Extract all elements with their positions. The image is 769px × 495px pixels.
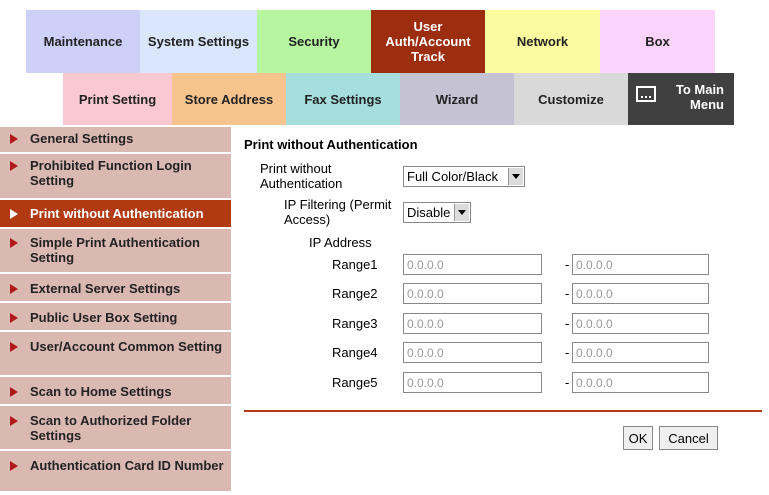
sidebar-item-label: Scan to Authorized Folder Settings xyxy=(30,413,192,443)
tab-customize[interactable]: Customize xyxy=(514,73,628,125)
arrow-right-icon xyxy=(10,342,18,352)
cancel-button[interactable]: Cancel xyxy=(659,426,718,450)
print-without-auth-label: Print without Authentication xyxy=(260,161,343,191)
range-separator: - xyxy=(565,316,570,331)
ip-address-label: IP Address xyxy=(309,235,372,250)
tab-label: Network xyxy=(516,34,569,49)
range-separator: - xyxy=(565,286,570,301)
sidebar-item-label: General Settings xyxy=(30,131,134,146)
section-title: Print without Authentication xyxy=(244,137,418,152)
ip-filtering-select[interactable]: Disable xyxy=(403,202,471,223)
range2-to-input[interactable] xyxy=(572,283,709,304)
chevron-down-icon xyxy=(508,168,523,185)
tab-store-address[interactable]: Store Address xyxy=(172,73,286,125)
arrow-right-icon xyxy=(10,284,18,294)
tab-label: Security xyxy=(288,34,340,49)
main-menu-label: To Main Menu xyxy=(676,82,724,112)
range-label: Range3 xyxy=(332,316,378,331)
sidebar: General Settings Prohibited Function Log… xyxy=(0,127,231,493)
to-main-menu-button[interactable]: To Main Menu xyxy=(628,73,734,125)
main-menu-label-line2: Menu xyxy=(690,97,724,112)
range-label: Range2 xyxy=(332,286,378,301)
range1-to-input[interactable] xyxy=(572,254,709,275)
tab-label: Print Setting xyxy=(78,91,157,107)
range-separator: - xyxy=(565,257,570,272)
tab-label: System Settings xyxy=(147,34,250,49)
arrow-right-icon xyxy=(10,313,18,323)
range-separator: - xyxy=(565,375,570,390)
tab-label: Wizard xyxy=(435,91,479,107)
arrow-right-icon xyxy=(10,461,18,471)
tab-label: Maintenance xyxy=(43,34,123,49)
sidebar-item-public-user-box[interactable]: Public User Box Setting xyxy=(0,303,231,330)
tab-maintenance[interactable]: Maintenance xyxy=(26,10,140,73)
sidebar-item-simple-print-authentication[interactable]: Simple Print Authentication Setting xyxy=(0,229,231,272)
range3-to-input[interactable] xyxy=(572,313,709,334)
main-menu-label-line1: To Main xyxy=(675,82,724,97)
range4-to-input[interactable] xyxy=(572,342,709,363)
select-value: Full Color/Black xyxy=(407,169,499,184)
divider xyxy=(244,410,762,412)
main-menu-icon xyxy=(636,86,656,102)
sidebar-item-scan-to-home[interactable]: Scan to Home Settings xyxy=(0,377,231,404)
arrow-right-icon xyxy=(10,387,18,397)
sidebar-item-authentication-card-id[interactable]: Authentication Card ID Number xyxy=(0,451,231,491)
sidebar-item-user-account-common[interactable]: User/Account Common Setting xyxy=(0,332,231,375)
tab-security[interactable]: Security xyxy=(257,10,371,73)
top-tab-row: Maintenance System Settings Security Use… xyxy=(26,10,715,73)
arrow-right-icon xyxy=(10,161,18,171)
tab-label: Customize xyxy=(538,91,604,107)
sidebar-item-general-settings[interactable]: General Settings xyxy=(0,127,231,152)
sidebar-item-label: Authentication Card ID Number xyxy=(30,458,224,473)
ok-button[interactable]: OK xyxy=(623,426,653,450)
tab-print-setting[interactable]: Print Setting xyxy=(63,73,172,125)
range-separator: - xyxy=(565,345,570,360)
range-label: Range1 xyxy=(332,257,378,272)
ip-filtering-label: IP Filtering (Permit Access) xyxy=(284,197,392,227)
tab-network[interactable]: Network xyxy=(485,10,600,73)
chevron-down-icon xyxy=(454,204,469,221)
sidebar-item-scan-to-authorized-folder[interactable]: Scan to Authorized Folder Settings xyxy=(0,406,231,449)
range5-from-input[interactable] xyxy=(403,372,542,393)
arrow-right-icon xyxy=(10,134,18,144)
range5-to-input[interactable] xyxy=(572,372,709,393)
sidebar-item-prohibited-function-login[interactable]: Prohibited Function Login Setting xyxy=(0,154,231,198)
range1-from-input[interactable] xyxy=(403,254,542,275)
tab-user-auth-account-track[interactable]: User Auth/Account Track xyxy=(371,10,485,73)
sub-tab-row: Print Setting Store Address Fax Settings… xyxy=(63,73,734,125)
tab-label: Fax Settings xyxy=(304,91,382,107)
sidebar-item-label: User/Account Common Setting xyxy=(30,339,223,354)
tab-label: User Auth/Account Track xyxy=(385,19,471,64)
print-without-auth-select[interactable]: Full Color/Black xyxy=(403,166,525,187)
range3-from-input[interactable] xyxy=(403,313,542,334)
arrow-right-icon xyxy=(10,209,18,219)
range2-from-input[interactable] xyxy=(403,283,542,304)
tab-system-settings[interactable]: System Settings xyxy=(140,10,257,73)
sidebar-item-label: Simple Print Authentication Setting xyxy=(30,235,200,265)
sidebar-item-print-without-authentication[interactable]: Print without Authentication xyxy=(0,200,231,227)
range-label: Range5 xyxy=(332,375,378,390)
sidebar-item-label: Public User Box Setting xyxy=(30,310,178,325)
tab-box[interactable]: Box xyxy=(600,10,715,73)
main-content: Print without Authentication Print witho… xyxy=(232,127,769,495)
sidebar-item-label: Print without Authentication xyxy=(30,206,204,221)
tab-wizard[interactable]: Wizard xyxy=(400,73,514,125)
tab-label: Box xyxy=(645,34,670,49)
select-value: Disable xyxy=(407,205,451,220)
tab-fax-settings[interactable]: Fax Settings xyxy=(286,73,400,125)
range4-from-input[interactable] xyxy=(403,342,542,363)
sidebar-item-external-server-settings[interactable]: External Server Settings xyxy=(0,274,231,301)
sidebar-item-label: Scan to Home Settings xyxy=(30,384,172,399)
sidebar-item-label: External Server Settings xyxy=(30,281,181,296)
arrow-right-icon xyxy=(10,238,18,248)
range-label: Range4 xyxy=(332,345,378,360)
arrow-right-icon xyxy=(10,416,18,426)
sidebar-item-label: Prohibited Function Login Setting xyxy=(30,158,192,188)
tab-label: Store Address xyxy=(184,91,274,107)
